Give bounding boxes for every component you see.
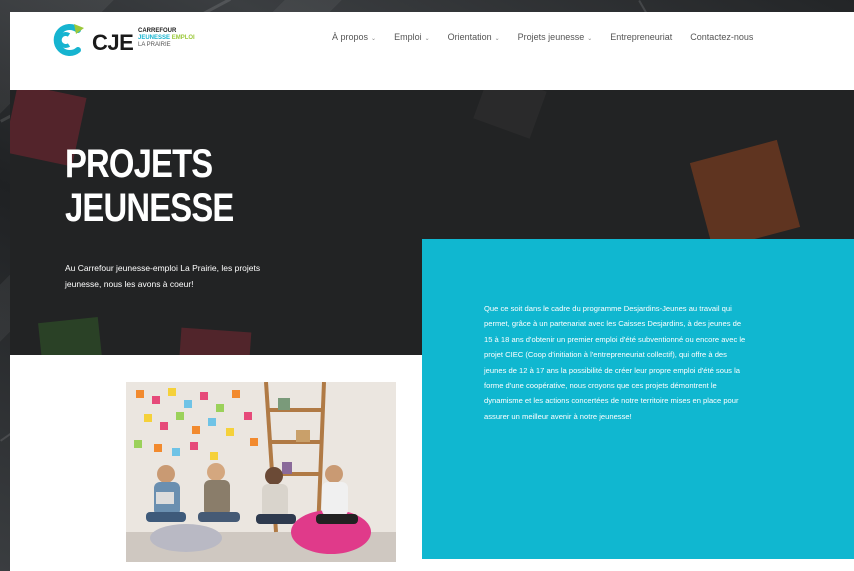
web-page: CJE CARREFOUR JEUNESSE EMPLOI LA PRAIRIE…	[10, 12, 854, 571]
logo-subtitle: CARREFOUR JEUNESSE EMPLOI LA PRAIRIE	[138, 28, 195, 49]
chevron-down-icon: ⌄	[424, 36, 430, 42]
nav-label: Projets jeunesse	[517, 32, 585, 42]
site-header: CJE CARREFOUR JEUNESSE EMPLOI LA PRAIRIE…	[10, 12, 854, 90]
page-title-line-1: PROJETS	[65, 142, 213, 186]
sticky-note-decoration	[178, 327, 252, 355]
nav-label: Entrepreneuriat	[610, 32, 673, 42]
logo-line-2: JEUNESSE EMPLOI	[138, 35, 195, 42]
logo-line-2b: EMPLOI	[171, 35, 195, 41]
chevron-down-icon: ⌄	[371, 36, 377, 42]
nav-item-projets-jeunesse[interactable]: Projets jeunesse ⌄	[518, 32, 593, 42]
hero-intro-text: Au Carrefour jeunesse-emploi La Prairie,…	[65, 263, 261, 289]
logo-line-1: CARREFOUR	[138, 28, 177, 34]
page-title-line-2: JEUNESSE	[65, 186, 234, 230]
sticky-note-decoration	[689, 139, 801, 251]
logo-line-3: LA PRAIRIE	[138, 42, 171, 48]
callout-box: Que ce soit dans le cadre du programme D…	[422, 239, 854, 559]
nav-item-entrepreneuriat[interactable]: Entrepreneuriat	[610, 32, 672, 42]
nav-item-a-propos[interactable]: À propos ⌄	[332, 32, 376, 42]
nav-label: À propos	[332, 32, 369, 42]
cje-logo-mark-icon	[53, 24, 84, 56]
logo-wordmark: CJE	[92, 30, 134, 55]
callout-text: Que ce soit dans le cadre du programme D…	[484, 304, 746, 421]
sticky-note-decoration	[473, 90, 547, 139]
nav-item-emploi[interactable]: Emploi ⌄	[394, 32, 430, 42]
nav-label: Contactez-nous	[690, 32, 754, 42]
nav-item-orientation[interactable]: Orientation ⌄	[448, 32, 500, 42]
page-title: PROJETS JEUNESSE	[65, 142, 234, 230]
logo-line-2a: JEUNESSE	[138, 35, 171, 41]
nav-label: Emploi	[394, 32, 422, 42]
chevron-down-icon: ⌄	[494, 36, 500, 42]
nav-label: Orientation	[447, 32, 492, 42]
group-of-young-people-photo	[126, 382, 396, 562]
main-nav: À propos ⌄ Emploi ⌄ Orientation ⌄ Projets j…	[332, 32, 771, 42]
nav-item-contactez-nous[interactable]: Contactez-nous	[690, 32, 753, 42]
chevron-down-icon: ⌄	[587, 36, 593, 42]
sticky-note-decoration	[38, 316, 102, 355]
site-logo[interactable]: CJE CARREFOUR JEUNESSE EMPLOI LA PRAIRIE	[52, 22, 222, 62]
